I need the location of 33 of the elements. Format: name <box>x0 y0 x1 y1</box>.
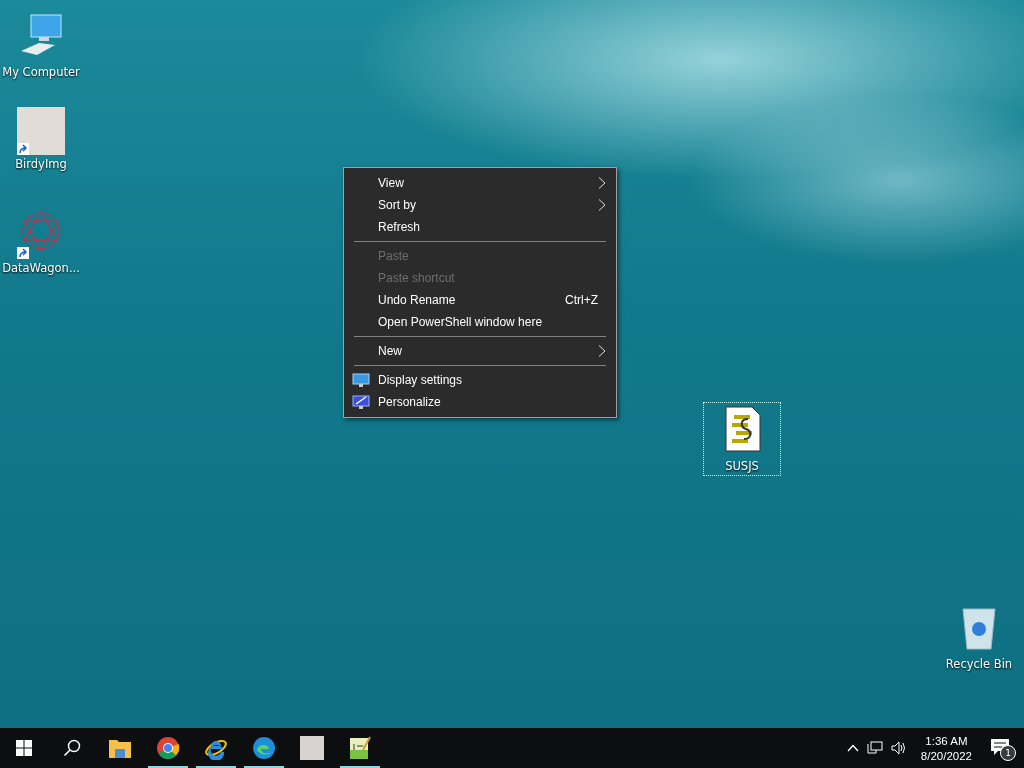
folder-icon[interactable] <box>108 737 132 759</box>
menu-item[interactable]: View <box>344 172 616 194</box>
wave-logo-icon[interactable] <box>252 736 276 760</box>
notification-count: 1 <box>1000 745 1016 761</box>
icon-label: My Computer <box>2 65 80 79</box>
desktop-icon[interactable]: My Computer <box>2 8 80 82</box>
photo-thumbnail[interactable] <box>300 736 324 760</box>
icon-label: DataWagon... <box>2 261 80 275</box>
search-icon[interactable] <box>63 739 81 757</box>
desktop-icon[interactable]: Recycle Bin <box>940 600 1018 674</box>
icon-label: BirdyImg <box>15 157 67 171</box>
menu-item[interactable]: Sort by <box>344 194 616 216</box>
menu-item[interactable]: Open PowerShell window here <box>344 311 616 333</box>
icon-label: Recycle Bin <box>945 657 1013 671</box>
menu-item[interactable]: Undo Rename Ctrl+Z <box>344 289 616 311</box>
menu-item[interactable]: Display settings <box>344 369 616 391</box>
chevron-up-icon[interactable] <box>846 744 859 752</box>
notepad-icon[interactable] <box>349 736 371 760</box>
clock[interactable]: 1:36 AM 8/20/2022 <box>914 734 978 762</box>
browser-icon[interactable] <box>156 736 180 760</box>
desktop-icon[interactable]: SUSJS <box>703 402 781 476</box>
photo-thumbnail <box>17 107 65 155</box>
desktop-icon[interactable]: DataWagon... <box>2 204 80 278</box>
monitor-brush-icon <box>352 394 370 410</box>
menu-item[interactable]: Personalize <box>344 391 616 413</box>
windows-logo-icon[interactable] <box>16 740 32 756</box>
icon-label: SUSJS <box>725 459 759 473</box>
monitor-icon <box>352 372 370 388</box>
speaker-icon[interactable] <box>890 741 907 755</box>
network-icon[interactable] <box>866 741 883 755</box>
menu-item[interactable]: New <box>344 340 616 362</box>
menu-item[interactable]: Refresh <box>344 216 616 238</box>
desktop-icon[interactable]: BirdyImg <box>2 104 80 174</box>
